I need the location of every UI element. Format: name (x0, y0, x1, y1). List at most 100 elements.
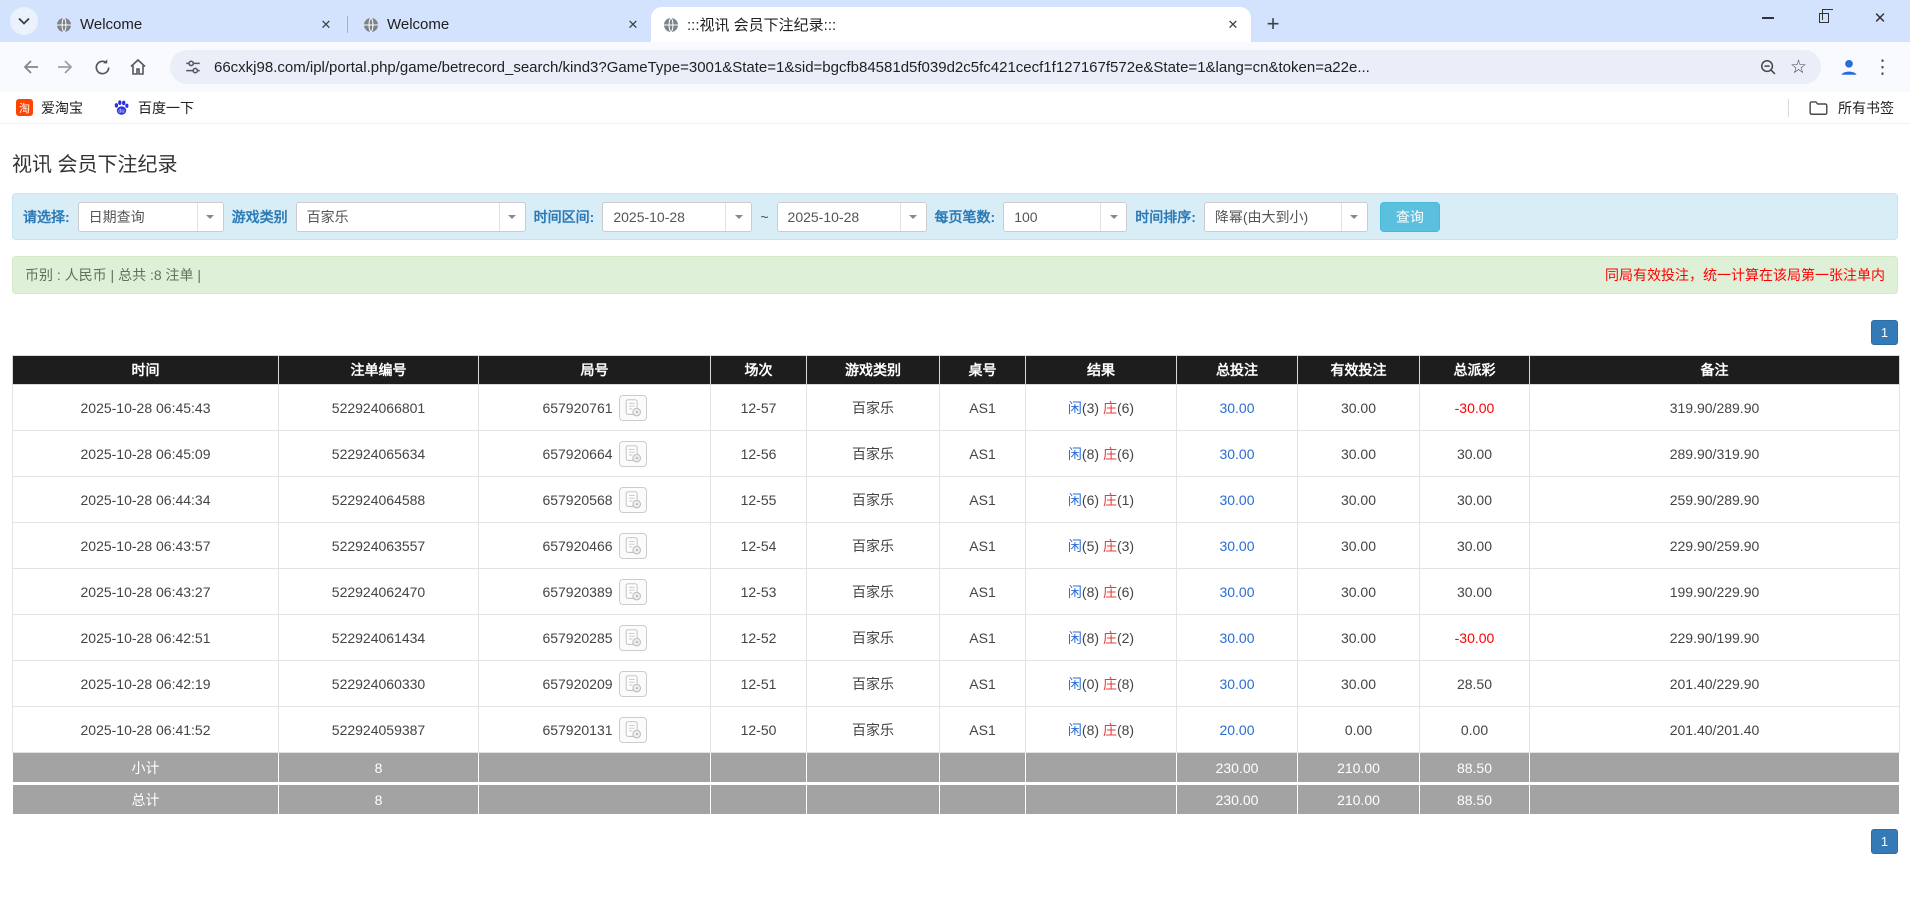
video-record-icon[interactable] (618, 716, 647, 743)
cell-payout: -30.00 (1419, 614, 1530, 661)
cell-result: 闲(6) 庄(1) (1025, 476, 1177, 523)
total-bet-link[interactable]: 30.00 (1219, 630, 1254, 646)
tab-close-icon[interactable]: ✕ (623, 15, 643, 35)
address-bar[interactable]: 66cxkj98.com/ipl/portal.php/game/betreco… (170, 50, 1821, 84)
pagination-bottom: 1 (12, 829, 1898, 854)
result-player: 闲(8) (1067, 629, 1100, 646)
subtotal-row-cell-3 (710, 752, 807, 785)
subtotal-row-cell-10 (1529, 752, 1900, 785)
total-row-cell-10 (1529, 783, 1900, 815)
sort-select[interactable]: 降幂(由大到小) (1203, 201, 1368, 232)
reload-button[interactable] (84, 49, 120, 85)
bookmark-taobao[interactable]: 淘 爱淘宝 (16, 98, 83, 118)
per-page-select[interactable]: 100 (1003, 201, 1128, 232)
tab-search-button[interactable] (10, 7, 38, 35)
cell-bet-no: 522924059387 (278, 706, 479, 753)
cell-total-bet[interactable]: 30.00 (1176, 522, 1298, 569)
date-from-input[interactable]: 2025-10-28 (602, 201, 753, 232)
tab-bet-records-active[interactable]: :::视讯 会员下注纪录::: ✕ (651, 7, 1251, 42)
page-button-1[interactable]: 1 (1871, 829, 1898, 854)
chevron-down-icon[interactable] (1340, 202, 1367, 231)
total-row-cell-5 (939, 783, 1026, 815)
cell-payout: -30.00 (1419, 384, 1530, 431)
cell-remark: 289.90/319.90 (1529, 430, 1900, 477)
cell-total-bet[interactable]: 30.00 (1176, 384, 1298, 431)
restore-button[interactable] (1814, 8, 1834, 28)
tab-close-icon[interactable]: ✕ (1223, 15, 1243, 35)
video-record-icon[interactable] (618, 532, 647, 559)
browser-menu-icon[interactable]: ⋮ (1867, 56, 1898, 79)
sort-label: 时间排序: (1135, 208, 1196, 225)
forward-icon (58, 60, 73, 74)
profile-avatar[interactable] (1831, 49, 1867, 85)
column-header: 结果 (1025, 355, 1177, 385)
total-bet-link[interactable]: 30.00 (1219, 676, 1254, 692)
chevron-down-icon[interactable] (1100, 202, 1126, 231)
total-row-cell-7: 230.00 (1176, 783, 1298, 815)
new-tab-button[interactable]: + (1259, 10, 1287, 38)
total-bet-link[interactable]: 20.00 (1219, 722, 1254, 738)
total-bet-link[interactable]: 30.00 (1219, 446, 1254, 462)
cell-total-bet[interactable]: 30.00 (1176, 430, 1298, 477)
search-button[interactable]: 查询 (1379, 201, 1440, 232)
cell-payout: 28.50 (1419, 660, 1530, 707)
site-settings-icon[interactable] (184, 58, 202, 76)
video-record-icon[interactable] (618, 670, 647, 697)
home-button[interactable] (120, 49, 156, 85)
cell-table-no: AS1 (939, 568, 1026, 615)
total-bet-link[interactable]: 30.00 (1219, 584, 1254, 600)
cell-total-bet[interactable]: 30.00 (1176, 568, 1298, 615)
chevron-down-icon (18, 17, 30, 25)
chevron-down-icon[interactable] (196, 202, 223, 231)
tab-title: :::视讯 会员下注纪录::: (687, 17, 837, 34)
chevron-down-icon[interactable] (725, 202, 751, 231)
total-row-cell-2 (478, 783, 711, 815)
total-row-cell-8: 210.00 (1297, 783, 1420, 815)
column-header: 场次 (710, 355, 807, 385)
video-record-icon[interactable] (618, 440, 647, 467)
minimize-button[interactable] (1758, 8, 1778, 28)
cell-payout: 30.00 (1419, 430, 1530, 477)
back-button[interactable] (12, 49, 48, 85)
game-type-select[interactable]: 百家乐 (295, 201, 526, 232)
cell-session: 12-56 (710, 430, 807, 477)
cell-total-bet[interactable]: 20.00 (1176, 706, 1298, 753)
table-row: 2025-10-28 06:42:51 522924061434 657920285… (12, 614, 1900, 661)
subtotal-row-cell-8: 210.00 (1297, 752, 1420, 785)
column-header: 桌号 (939, 355, 1026, 385)
cell-total-bet[interactable]: 30.00 (1176, 476, 1298, 523)
close-window-button[interactable]: ✕ (1870, 8, 1890, 28)
cell-total-bet[interactable]: 30.00 (1176, 614, 1298, 661)
tab-welcome-2[interactable]: Welcome ✕ (351, 7, 651, 42)
cell-time: 2025-10-28 06:43:57 (12, 522, 279, 569)
round-number: 657920389 (542, 583, 613, 600)
chevron-down-icon[interactable] (899, 202, 926, 231)
video-record-icon[interactable] (618, 578, 647, 605)
query-type-select[interactable]: 日期查询 (77, 201, 224, 232)
chevron-down-icon[interactable] (498, 202, 525, 231)
tab-welcome-1[interactable]: Welcome ✕ (44, 7, 344, 42)
total-bet-link[interactable]: 30.00 (1219, 538, 1254, 554)
table-row: 2025-10-28 06:44:34 522924064588 657920568… (12, 476, 1900, 523)
table-body: 2025-10-28 06:45:43 522924066801 657920761… (12, 384, 1900, 753)
bookmark-star-icon[interactable]: ☆ (1790, 58, 1807, 77)
cell-total-bet[interactable]: 30.00 (1176, 660, 1298, 707)
total-bet-link[interactable]: 30.00 (1219, 400, 1254, 416)
date-to-input[interactable]: 2025-10-28 (776, 201, 927, 232)
page-button-1[interactable]: 1 (1871, 320, 1898, 345)
video-record-icon[interactable] (618, 624, 647, 651)
zoom-out-icon[interactable] (1759, 58, 1778, 77)
table-row: 2025-10-28 06:45:09 522924065634 657920664… (12, 430, 1900, 477)
url-text[interactable]: 66cxkj98.com/ipl/portal.php/game/betreco… (214, 59, 1747, 76)
video-record-icon[interactable] (618, 394, 647, 421)
all-bookmarks[interactable]: 所有书签 (1788, 98, 1894, 118)
result-player: 闲(8) (1067, 583, 1100, 600)
home-icon (130, 58, 146, 75)
forward-button[interactable] (48, 49, 84, 85)
total-bet-link[interactable]: 30.00 (1219, 492, 1254, 508)
page-content: 视讯 会员下注纪录 请选择: 日期查询 游戏类别 百家乐 时间区间: 2025-… (0, 148, 1910, 854)
tab-close-icon[interactable]: ✕ (316, 15, 336, 35)
bookmark-baidu[interactable]: du 百度一下 (113, 98, 194, 118)
video-record-icon[interactable] (618, 486, 647, 513)
globe-icon (363, 17, 379, 33)
